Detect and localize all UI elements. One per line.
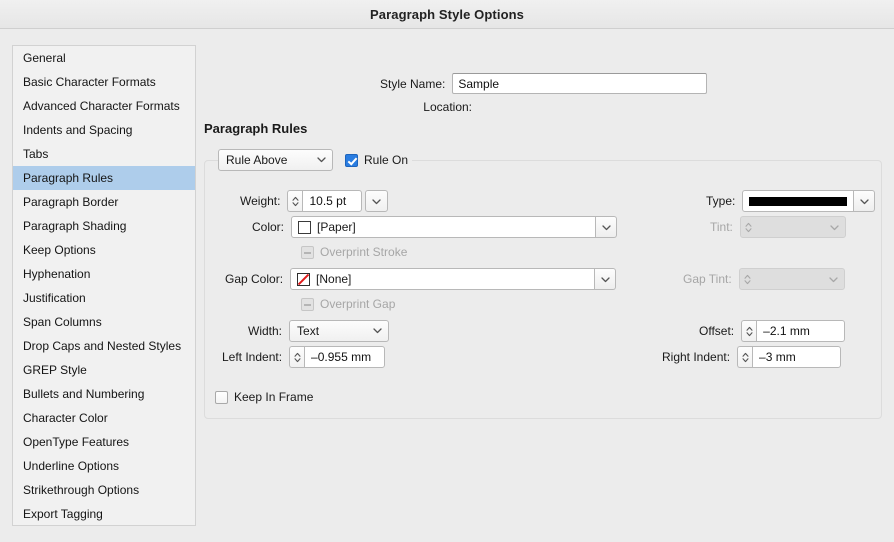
sidebar-item-character-color[interactable]: Character Color (13, 406, 195, 430)
width-select-value: Text (297, 324, 320, 338)
style-name-label: Style Name: (380, 76, 446, 91)
category-list[interactable]: General Basic Character Formats Advanced… (12, 45, 196, 526)
tint-row: Tint: (710, 216, 846, 238)
section-title: Paragraph Rules (204, 121, 308, 136)
gap-color-dropdown-button[interactable] (595, 268, 617, 290)
keep-in-frame-row[interactable]: Keep In Frame (215, 390, 313, 404)
overprint-stroke-row[interactable]: Overprint Stroke (301, 245, 407, 259)
dialog-title: Paragraph Style Options (369, 6, 524, 22)
offset-row: Offset: (699, 320, 846, 342)
right-indent-input[interactable] (752, 346, 842, 368)
weight-stepper[interactable] (287, 190, 303, 212)
solid-line-style-icon (749, 196, 848, 206)
gap-color-combo[interactable]: [None] (290, 268, 617, 290)
sidebar-item-span-columns[interactable]: Span Columns (13, 310, 195, 334)
location-label: Location: (423, 100, 472, 114)
right-indent-stepper[interactable] (737, 346, 753, 368)
type-combo[interactable] (742, 190, 876, 212)
sidebar-item-drop-caps-and-nested-styles[interactable]: Drop Caps and Nested Styles (13, 334, 195, 358)
chevron-down-icon (372, 197, 382, 206)
sidebar-item-keep-options[interactable]: Keep Options (13, 238, 195, 262)
overprint-gap-checkbox (301, 297, 314, 311)
chevron-down-icon (373, 326, 382, 335)
color-combo-field[interactable]: [Paper] (291, 216, 597, 238)
tint-label: Tint: (710, 220, 733, 234)
location-row: Location: (380, 100, 479, 114)
sidebar-item-export-tagging[interactable]: Export Tagging (13, 502, 195, 525)
keep-in-frame-label: Keep In Frame (234, 390, 314, 404)
offset-label: Offset: (699, 324, 735, 338)
chevron-down-icon (317, 155, 326, 164)
keep-in-frame-checkbox[interactable] (215, 390, 228, 404)
right-indent-row: Right Indent: (662, 346, 842, 368)
weight-input[interactable] (302, 190, 363, 212)
color-dropdown-button[interactable] (596, 216, 618, 238)
rule-on-checkbox-row[interactable]: Rule On (345, 153, 408, 167)
sidebar-item-advanced-character-formats[interactable]: Advanced Character Formats (13, 94, 195, 118)
sidebar-item-tabs[interactable]: Tabs (13, 142, 195, 166)
color-row: Color: [Paper] (252, 216, 618, 238)
left-indent-row: Left Indent: (222, 346, 386, 368)
dialog-body: General Basic Character Formats Advanced… (0, 29, 894, 542)
sidebar-item-indents-and-spacing[interactable]: Indents and Spacing (13, 118, 195, 142)
sidebar-item-paragraph-border[interactable]: Paragraph Border (13, 190, 195, 214)
chevron-down-icon (830, 223, 839, 232)
gap-color-row: Gap Color: [None] (225, 268, 617, 290)
sidebar-item-opentype-features[interactable]: OpenType Features (13, 430, 195, 454)
type-label: Type: (706, 194, 736, 208)
offset-input[interactable] (756, 320, 846, 342)
style-name-input[interactable] (452, 73, 708, 94)
color-value: [Paper] (317, 220, 356, 234)
weight-row: Weight: (240, 190, 389, 212)
type-combo-field[interactable] (742, 190, 855, 212)
gap-tint-label: Gap Tint: (683, 272, 732, 286)
left-indent-label: Left Indent: (222, 350, 283, 364)
rule-position-select[interactable]: Rule Above (218, 149, 333, 171)
overprint-stroke-label: Overprint Stroke (320, 245, 408, 259)
gap-tint-row: Gap Tint: (683, 268, 845, 290)
gap-color-value: [None] (316, 272, 352, 286)
sidebar-item-bullets-and-numbering[interactable]: Bullets and Numbering (13, 382, 195, 406)
chevron-down-icon (829, 275, 838, 284)
weight-label: Weight: (240, 194, 281, 208)
gap-color-label: Gap Color: (225, 272, 284, 286)
type-row: Type: (706, 190, 876, 212)
gap-color-combo-field[interactable]: [None] (290, 268, 596, 290)
sidebar-item-grep-style[interactable]: GREP Style (13, 358, 195, 382)
overprint-gap-label: Overprint Gap (320, 297, 396, 311)
color-label: Color: (252, 220, 285, 234)
sidebar-item-general[interactable]: General (13, 46, 195, 70)
left-indent-input[interactable] (304, 346, 386, 368)
type-dropdown-button[interactable] (854, 190, 876, 212)
rule-on-checkbox[interactable] (345, 153, 358, 167)
weight-unit-select[interactable] (365, 190, 389, 212)
width-label: Width: (248, 324, 283, 338)
none-red-slash-swatch-icon (297, 272, 311, 286)
sidebar-item-justification[interactable]: Justification (13, 286, 195, 310)
right-indent-label: Right Indent: (662, 350, 731, 364)
sidebar-item-paragraph-rules[interactable]: Paragraph Rules (13, 166, 195, 190)
width-select[interactable]: Text (289, 320, 390, 342)
paper-white-swatch-icon (298, 220, 312, 234)
sidebar-item-hyphenation[interactable]: Hyphenation (13, 262, 195, 286)
sidebar-item-strikethrough-options[interactable]: Strikethrough Options (13, 478, 195, 502)
tint-combo (739, 216, 846, 238)
gap-tint-stepper (743, 273, 752, 286)
color-combo[interactable]: [Paper] (291, 216, 618, 238)
left-indent-stepper[interactable] (289, 346, 305, 368)
sidebar-item-underline-options[interactable]: Underline Options (13, 454, 195, 478)
overprint-stroke-checkbox (301, 245, 314, 259)
offset-stepper[interactable] (741, 320, 757, 342)
gap-tint-combo (738, 268, 845, 290)
dialog-titlebar: Paragraph Style Options (0, 0, 894, 29)
tint-stepper (744, 221, 753, 234)
rule-selector-row: Rule Above Rule On (218, 149, 413, 171)
sidebar-item-paragraph-shading[interactable]: Paragraph Shading (13, 214, 195, 238)
style-name-row: Style Name: (380, 73, 708, 94)
width-row: Width: Text (248, 320, 390, 342)
overprint-gap-row[interactable]: Overprint Gap (301, 297, 395, 311)
rule-position-select-value: Rule Above (226, 153, 288, 167)
sidebar-item-basic-character-formats[interactable]: Basic Character Formats (13, 70, 195, 94)
rule-on-label: Rule On (364, 153, 409, 167)
